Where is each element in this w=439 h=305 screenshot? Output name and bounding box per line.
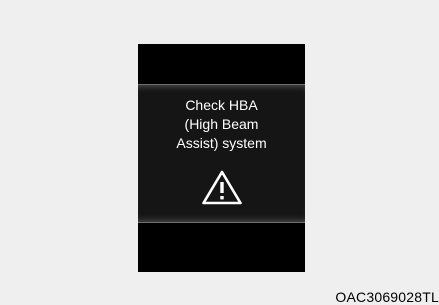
warning-message-line-3: Assist) system xyxy=(176,135,267,151)
cluster-display-panel: Check HBA (High Beam Assist) system xyxy=(138,44,305,272)
warning-triangle-icon xyxy=(202,170,242,205)
warning-message: Check HBA (High Beam Assist) system xyxy=(138,96,305,153)
warning-message-line-1: Check HBA xyxy=(185,97,258,113)
warning-message-line-2: (High Beam xyxy=(184,116,259,132)
image-reference-code: OAC3069028TL xyxy=(335,289,439,305)
warning-message-area: Check HBA (High Beam Assist) system xyxy=(138,84,305,223)
